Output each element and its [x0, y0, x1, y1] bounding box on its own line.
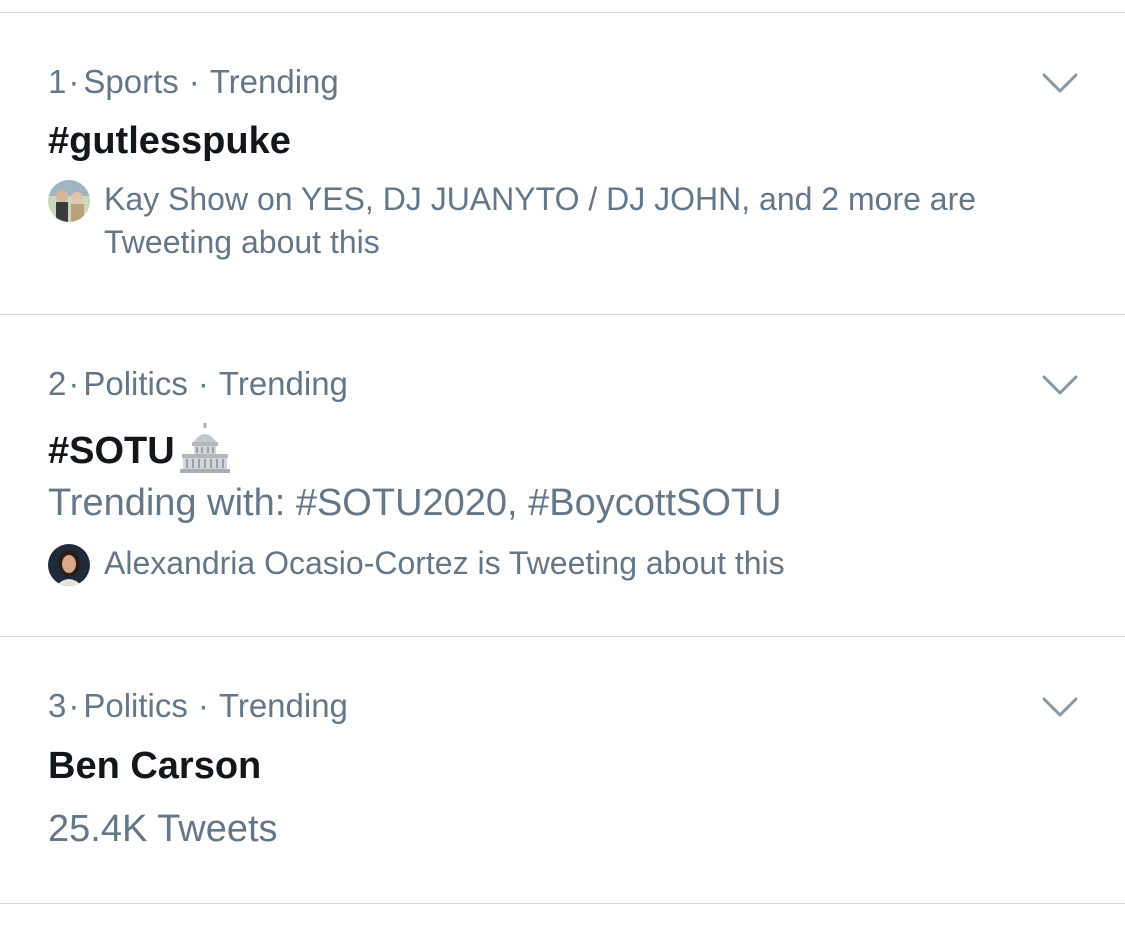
trend-context-text: Alexandria Ocasio-Cortez is Tweeting abo… [104, 545, 785, 581]
chevron-down-icon[interactable] [1042, 72, 1078, 94]
separator: · [188, 63, 200, 100]
avatar [48, 180, 90, 222]
chevron-down-icon[interactable] [1042, 374, 1078, 396]
trend-meta: 1· Sports · Trending [48, 63, 339, 101]
trend-title[interactable]: #gutlesspuke [48, 120, 291, 163]
trend-meta: 3· Politics · Trending [48, 687, 348, 725]
avatar [48, 544, 90, 586]
trend-title-text: #SOTU [48, 430, 175, 472]
trend-title[interactable]: Ben Carson [48, 745, 261, 788]
separator: · [197, 365, 209, 402]
trend-context-text: Kay Show on YES, DJ JUANYTO / DJ JOHN, a… [104, 181, 977, 260]
trend-context: Alexandria Ocasio-Cortez is Tweeting abo… [48, 542, 1064, 586]
trend-rank: 1 [48, 63, 67, 100]
trend-status: Trending [218, 687, 348, 724]
separator: · [68, 63, 80, 100]
separator: · [68, 687, 80, 724]
chevron-down-icon[interactable] [1042, 696, 1078, 718]
trend-item-2[interactable]: 2· Politics · Trending #SOTU Trending wit [0, 315, 1125, 636]
trend-category: Politics [83, 687, 188, 724]
separator: · [197, 687, 209, 724]
trend-status: Trending [218, 365, 348, 402]
trend-rank: 2 [48, 365, 67, 402]
trend-status: Trending [209, 63, 339, 100]
trend-category: Sports [83, 63, 179, 100]
trend-item-3[interactable]: 3· Politics · Trending Ben Carson 25.4K Twe… [0, 637, 1125, 903]
trend-title[interactable]: #SOTU [48, 423, 231, 473]
capitol-building-icon [179, 423, 230, 473]
trend-category: Politics [83, 365, 188, 402]
trend-item-1[interactable]: 1· Sports · Trending #gutlesspuke Kay Show … [0, 13, 1125, 314]
trend-context: Kay Show on YES, DJ JUANYTO / DJ JOHN, a… [48, 178, 1064, 264]
tweet-count: 25.4K Tweets [48, 808, 278, 850]
bottom-divider [0, 903, 1125, 904]
trending-with: Trending with: #SOTU2020, #BoycottSOTU [48, 482, 782, 524]
trend-meta: 2· Politics · Trending [48, 365, 348, 403]
separator: · [68, 365, 80, 402]
trend-rank: 3 [48, 687, 67, 724]
